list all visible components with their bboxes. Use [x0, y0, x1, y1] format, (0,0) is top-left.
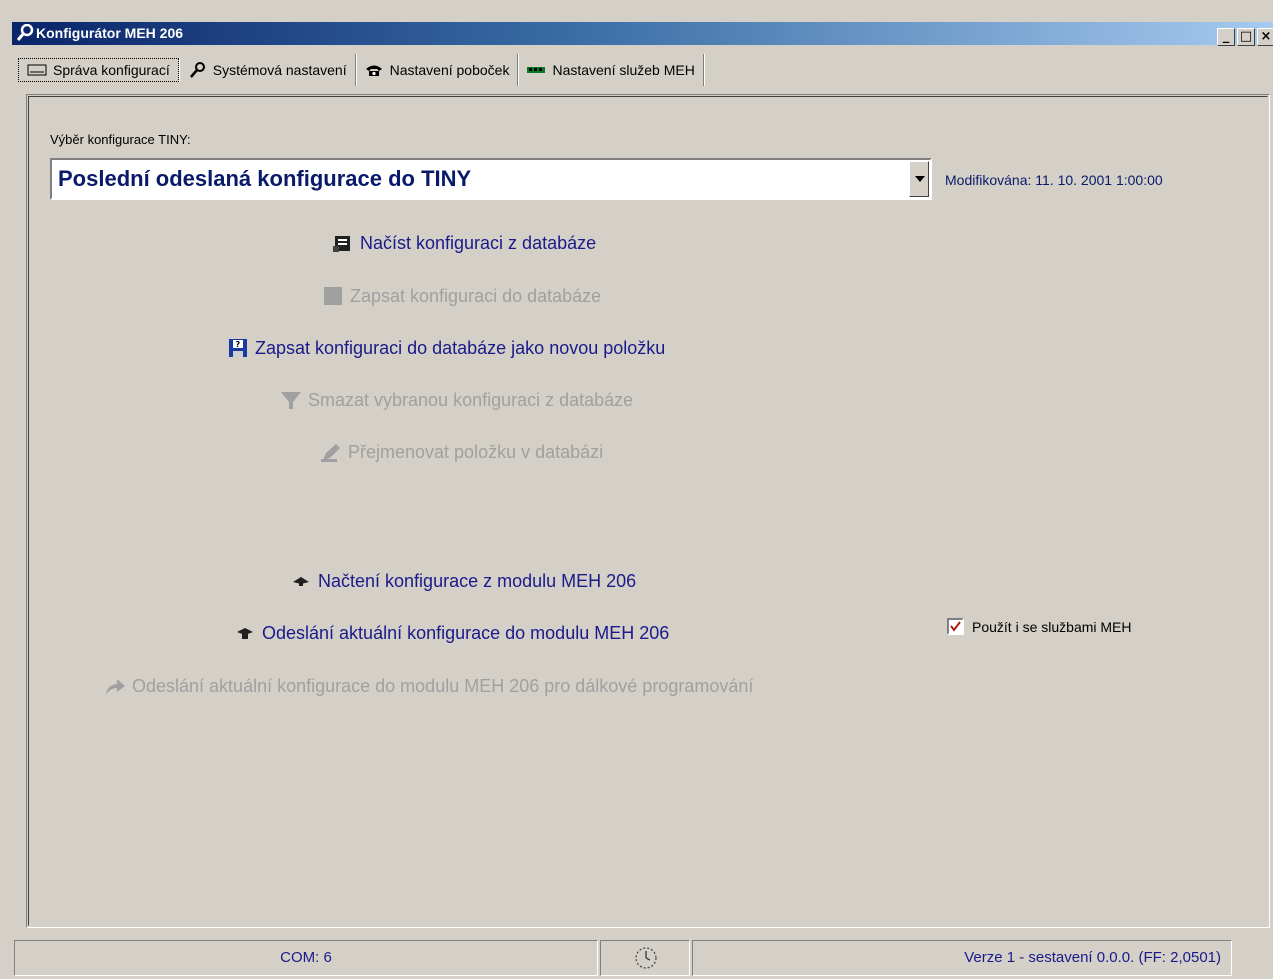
telephone-icon — [365, 65, 382, 76]
use-services-option[interactable]: Použít i se službami MEH — [947, 618, 1132, 635]
rename-in-database-button[interactable]: Přejmenovat položku v databázi — [320, 441, 603, 463]
tab-sprava-konfiguraci[interactable]: Správa konfigurací — [18, 58, 179, 82]
action-label: Přejmenovat položku v databázi — [348, 441, 604, 462]
tab-nastaveni-sluzeb-meh[interactable]: Nastavení služeb MEH — [518, 54, 704, 86]
tab-nastaveni-pobocek[interactable]: Nastavení poboček — [356, 54, 519, 86]
status-bar: COM: 6 Verze 1 - sestavení 0.0.0. (FF: 2… — [0, 936, 1273, 979]
window-title: Konfigurátor MEH 206 — [36, 25, 184, 41]
action-label: Načíst konfiguraci z databáze — [360, 232, 597, 253]
send-to-module-button[interactable]: Odeslání aktuální konfigurace do modulu … — [234, 622, 669, 644]
device-upload-icon — [237, 628, 253, 639]
title-bar: Konfigurátor MEH 206 _ □ × — [12, 22, 1273, 46]
database-icon — [333, 236, 350, 252]
chevron-down-icon — [915, 176, 925, 182]
delete-from-database-button[interactable]: Smazat vybranou konfiguraci z databáze — [280, 389, 633, 411]
config-select-value: Poslední odeslaná konfigurace do TINY — [58, 166, 472, 191]
config-select-label: Výběr konfigurace TINY: — [50, 132, 191, 147]
action-label: Zapsat konfiguraci do databáze — [350, 285, 602, 306]
tab-label: Správa konfigurací — [53, 62, 170, 78]
config-select[interactable]: Poslední odeslaná konfigurace do TINY — [50, 158, 932, 200]
tab-label: Nastavení poboček — [389, 62, 510, 78]
modified-timestamp: Modifikována: 11. 10. 2001 1:00:00 — [945, 172, 1163, 188]
action-label: Odeslání aktuální konfigurace do modulu … — [132, 675, 754, 696]
action-label: Odeslání aktuální konfigurace do modulu … — [262, 622, 670, 643]
action-label: Zapsat konfiguraci do databáze jako novo… — [255, 337, 666, 358]
pencil-icon — [321, 444, 340, 462]
load-from-module-button[interactable]: Načtení konfigurace z modulu MEH 206 — [290, 570, 636, 592]
floppy-disk-icon: ? — [229, 339, 247, 357]
version-status: Verze 1 - sestavení 0.0.0. (FF: 2,0501) — [692, 940, 1232, 976]
send-remote-programming-button[interactable]: Odeslání aktuální konfigurace do modulu … — [104, 675, 753, 697]
save-as-new-button[interactable]: ? Zapsat konfiguraci do databáze jako no… — [227, 337, 665, 359]
action-label: Smazat vybranou konfiguraci z databáze — [308, 389, 634, 410]
save-icon — [324, 287, 342, 305]
app-window: Konfigurátor MEH 206 _ □ × Správa konfigur… — [0, 0, 1273, 979]
funnel-icon — [281, 392, 301, 409]
forward-arrow-icon — [106, 679, 125, 695]
tab-label: Systémová nastavení — [212, 62, 347, 78]
tab-panel — [26, 94, 1270, 928]
save-to-database-button[interactable]: Zapsat konfiguraci do databáze — [322, 285, 601, 307]
circuit-board-icon — [527, 67, 546, 73]
maximize-button[interactable]: □ — [1237, 28, 1255, 46]
tab-label: Nastavení služeb MEH — [552, 62, 695, 78]
dropdown-button[interactable] — [909, 161, 929, 197]
load-from-database-button[interactable]: Načíst konfiguraci z databáze — [332, 232, 596, 254]
clock-status — [600, 940, 690, 976]
minimize-button[interactable]: _ — [1217, 28, 1235, 46]
checkmark-icon — [950, 621, 961, 632]
wrench-icon — [16, 24, 34, 41]
clock-icon — [635, 947, 657, 969]
close-button[interactable]: × — [1257, 28, 1273, 46]
action-label: Načtení konfigurace z modulu MEH 206 — [318, 570, 637, 591]
use-services-label: Použít i se službami MEH — [972, 618, 1132, 635]
wrench-icon — [189, 62, 205, 78]
keyboard-icon — [27, 64, 47, 76]
svg-text:?: ? — [236, 340, 241, 349]
tab-strip: Správa konfigurací Systémová nastavení N… — [18, 54, 704, 86]
tab-systemova-nastaveni[interactable]: Systémová nastavení — [179, 54, 356, 86]
device-download-icon — [293, 577, 309, 586]
use-services-checkbox[interactable] — [947, 618, 964, 635]
com-port-status: COM: 6 — [14, 940, 598, 976]
